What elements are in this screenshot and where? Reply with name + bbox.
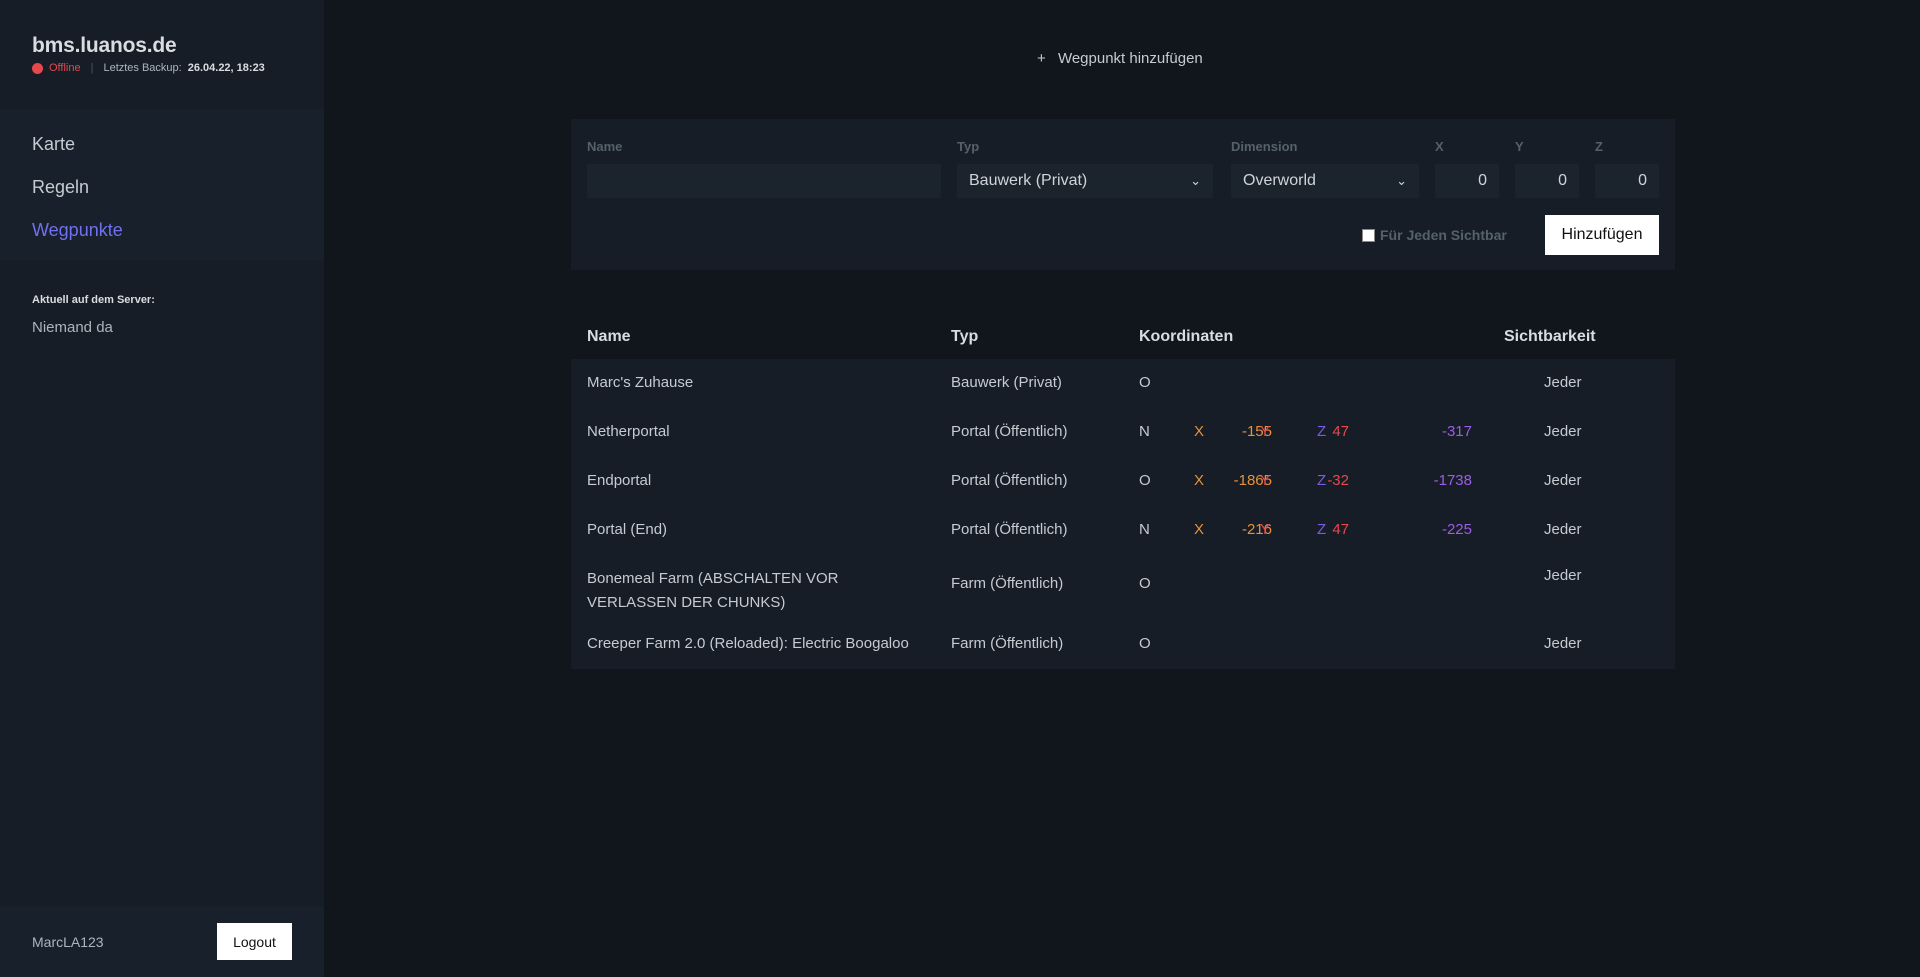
header-visibility: Sichtbarkeit [1504,328,1596,345]
online-title: Aktuell auf dem Server: [32,294,155,306]
waypoint-name: Netherportal [587,423,670,440]
waypoint-type: Farm (Öffentlich) [951,575,1064,592]
waypoint-type: Portal (Öffentlich) [951,423,1068,440]
nav-item-karte[interactable]: Karte [0,123,324,166]
server-status: Offline | Letztes Backup: 26.04.22, 18:2… [32,62,292,74]
waypoint-type: Portal (Öffentlich) [951,472,1068,489]
coord-x-label: X [1194,423,1205,440]
y-input[interactable]: 0 [1515,164,1579,198]
dimension-label: Dimension [1231,139,1298,154]
waypoint-type: Bauwerk (Privat) [951,374,1062,391]
coord-x-label: X [1194,472,1205,489]
name-input[interactable] [587,164,941,198]
coord-y-label: Y [1260,472,1271,489]
waypoint-name: Creeper Farm 2.0 (Reloaded): Electric Bo… [587,635,909,652]
table-row: Creeper Farm 2.0 (Reloaded): Electric Bo… [571,620,1675,669]
table-row: Bonemeal Farm (ABSCHALTEN VOR VERLASSEN … [571,555,1675,620]
coord-y-label: Y [1260,521,1271,538]
waypoints-table: Name Typ Koordinaten Sichtbarkeit Marc's… [571,318,1675,669]
z-input[interactable]: 0 [1595,164,1659,198]
header-coords: Koordinaten [1139,328,1234,345]
waypoint-type: Farm (Öffentlich) [951,635,1064,652]
type-label: Typ [957,139,980,154]
table-body: Marc's Zuhause Bauwerk (Privat) O Jeder Neth… [571,359,1675,669]
coord-z-value: -317 [1441,423,1472,440]
table-row: Endportal Portal (Öffentlich) O X -1865 Y -32 Z… [571,457,1675,506]
online-players: Aktuell auf dem Server: Niemand da [0,260,324,336]
public-checkbox-label: Für Jeden Sichtbar [1380,227,1507,243]
nav-item-wegpunkte[interactable]: Wegpunkte [0,209,324,252]
coord-y-value: 47 [1332,423,1349,440]
type-select-value: Bauwerk (Privat) [969,172,1088,189]
main-content: + Wegpunkt hinzufügen Name Typ Bauwerk (… [324,0,1920,977]
waypoint-dimension: O [1139,374,1151,391]
waypoint-visibility: Jeder [1544,635,1582,652]
x-label: X [1435,139,1444,154]
waypoint-dimension: N [1139,423,1150,440]
waypoint-type: Portal (Öffentlich) [951,521,1068,538]
table-row: Netherportal Portal (Öffentlich) N X -155 Y 47… [571,408,1675,457]
waypoint-visibility: Jeder [1544,374,1582,391]
waypoint-name: Endportal [587,472,652,489]
coord-z-label: Z [1317,521,1327,538]
add-waypoint-toggle[interactable]: + Wegpunkt hinzufügen [1037,50,1203,67]
plus-icon: + [1037,50,1046,67]
x-input[interactable]: 0 [1435,164,1499,198]
coord-y-value: -32 [1327,472,1349,489]
y-label: Y [1515,139,1524,154]
backup-value: 26.04.22, 18:23 [187,62,265,74]
waypoint-visibility: Jeder [1544,472,1582,489]
backup-label: Letztes Backup: [103,62,182,74]
coord-x-label: X [1194,521,1205,538]
status-dot-icon [32,62,43,74]
waypoint-dimension: N [1139,521,1150,538]
coord-z-label: Z [1317,472,1327,489]
username: MarcLA123 [32,933,104,950]
coord-y-label: Y [1260,423,1271,440]
waypoint-dimension: O [1139,635,1151,652]
waypoint-dimension: O [1139,575,1151,592]
public-checkbox-wrap[interactable]: Für Jeden Sichtbar [1362,227,1507,243]
type-select[interactable]: Bauwerk (Privat) ⌄ [957,164,1213,198]
sidebar: bms.luanos.de Offline | Letztes Backup: … [0,0,324,977]
table-row: Portal (End) Portal (Öffentlich) N X -216 Y 47… [571,506,1675,555]
logout-button[interactable]: Logout [217,923,292,960]
brand: bms.luanos.de Offline | Letztes Backup: … [0,0,324,109]
waypoint-visibility: Jeder [1544,521,1582,538]
nav-item-regeln[interactable]: Regeln [0,166,324,209]
table-header: Name Typ Koordinaten Sichtbarkeit [571,318,1675,359]
waypoint-visibility: Jeder [1544,567,1582,584]
waypoint-name: Bonemeal Farm (ABSCHALTEN VOR VERLASSEN … [587,570,839,611]
dimension-select[interactable]: Overworld ⌄ [1231,164,1419,198]
status-text: Offline [49,62,81,74]
chevron-down-icon: ⌄ [1396,173,1407,188]
coord-z-label: Z [1317,423,1327,440]
public-checkbox[interactable] [1362,228,1375,242]
online-value: Niemand da [32,319,113,336]
waypoint-visibility: Jeder [1544,423,1582,440]
name-label: Name [587,139,623,154]
status-separator: | [90,62,94,74]
coord-z-value: -225 [1441,521,1472,538]
server-title: bms.luanos.de [32,34,177,57]
sidebar-nav: Karte Regeln Wegpunkte [0,109,324,260]
coord-y-value: 47 [1332,521,1349,538]
sidebar-footer: MarcLA123 Logout [0,906,324,977]
waypoint-form: Name Typ Bauwerk (Privat) ⌄ Dimension Ov… [571,119,1675,270]
header-type: Typ [951,328,979,345]
add-waypoint-label: Wegpunkt hinzufügen [1057,50,1203,67]
waypoint-name: Portal (End) [587,521,668,538]
add-waypoint-button[interactable]: Hinzufügen [1545,215,1659,255]
dimension-select-value: Overworld [1243,172,1316,189]
header-name: Name [587,328,631,345]
coord-z-value: -1738 [1433,472,1472,489]
z-label: Z [1595,139,1603,154]
table-row: Marc's Zuhause Bauwerk (Privat) O Jeder [571,359,1675,408]
waypoint-dimension: O [1139,472,1151,489]
chevron-down-icon: ⌄ [1190,173,1201,188]
waypoint-name: Marc's Zuhause [587,374,694,391]
